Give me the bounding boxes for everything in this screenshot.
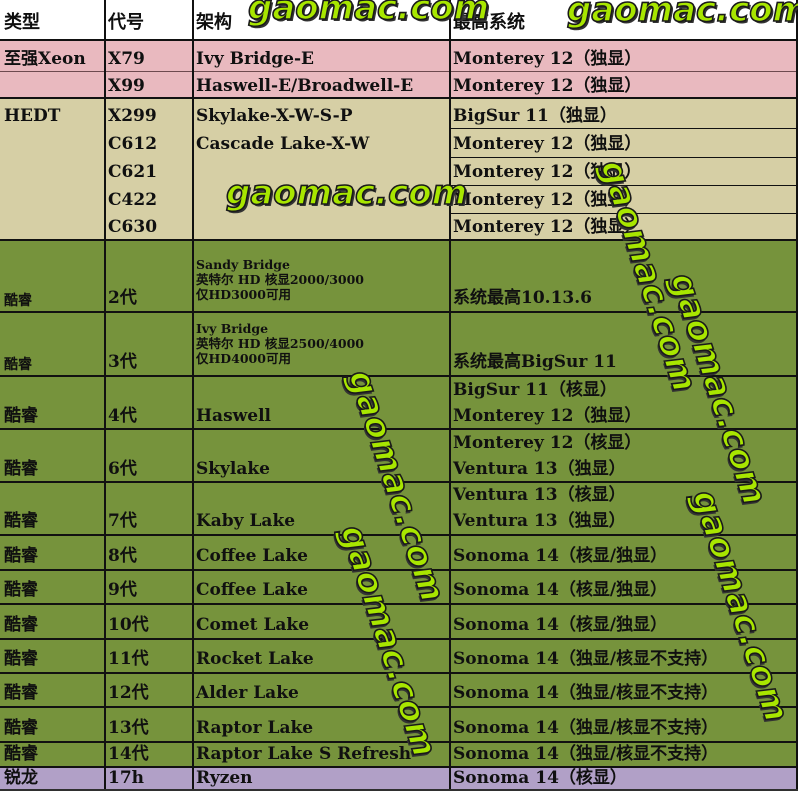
os-6-line1: Monterey 12（核显） [453, 433, 642, 453]
watermark-text: gaomac.com [247, 0, 490, 29]
os-2: 系统最高10.13.6 [453, 288, 592, 308]
grid-line [0, 569, 798, 571]
code-8: 8代 [108, 546, 137, 566]
arch-3-line2: 英特尔 HD 核显2500/4000 [196, 336, 364, 351]
code-4: 4代 [108, 406, 137, 426]
type-core-13: 酷睿 [4, 718, 38, 738]
grid-line [0, 71, 798, 72]
code-3: 3代 [108, 352, 137, 372]
os-x299: BigSur 11（独显） [453, 106, 617, 126]
grid-line [0, 97, 798, 99]
code-14: 14代 [108, 744, 149, 764]
arch-13: Raptor Lake [196, 718, 314, 738]
code-x299: X299 [108, 106, 157, 126]
header-code: 代号 [108, 12, 144, 33]
os-8: Sonoma 14（核显/独显） [453, 546, 668, 566]
os-7-line2: Ventura 13（独显） [453, 511, 626, 531]
code-9: 9代 [108, 580, 137, 600]
os-ryzen: Sonoma 14（核显） [453, 768, 627, 788]
grid-line [192, 0, 194, 789]
os-14: Sonoma 14（独显/核显不支持） [453, 744, 719, 764]
type-ryzen: 锐龙 [4, 768, 38, 788]
arch-3-line3: 仅HD4000可用 [196, 351, 291, 366]
os-4-line2: Monterey 12（独显） [453, 406, 642, 426]
type-core-4: 酷睿 [4, 406, 38, 426]
type-hedt: HEDT [4, 106, 61, 126]
watermark-text: gaomac.com [566, 0, 798, 31]
os-9: Sonoma 14（核显/独显） [453, 580, 668, 600]
os-x99: Monterey 12（独显） [453, 76, 642, 96]
arch-2-line3: 仅HD3000可用 [196, 287, 291, 302]
grid-line [0, 603, 798, 605]
arch-x299: Skylake-X-W-S-P [196, 106, 353, 126]
arch-c612: Cascade Lake-X-W [196, 134, 370, 154]
arch-6: Skylake [196, 459, 271, 479]
grid-line [450, 128, 798, 129]
type-core-8: 酷睿 [4, 546, 38, 566]
code-c621: C621 [108, 162, 158, 182]
os-13: Sonoma 14（独显/核显不支持） [453, 718, 719, 738]
code-2: 2代 [108, 288, 137, 308]
grid-line [449, 0, 451, 789]
grid-line [0, 39, 798, 41]
arch-ryzen: Ryzen [196, 768, 253, 788]
arch-9: Coffee Lake [196, 580, 308, 600]
code-17h: 17h [108, 768, 145, 788]
type-core-9: 酷睿 [4, 580, 38, 600]
code-c612: C612 [108, 134, 158, 154]
arch-x99: Haswell-E/Broadwell-E [196, 76, 414, 96]
type-core-10: 酷睿 [4, 615, 38, 635]
code-11: 11代 [108, 649, 149, 669]
code-c422: C422 [108, 190, 158, 210]
arch-12: Alder Lake [196, 683, 299, 703]
os-12: Sonoma 14（独显/核显不支持） [453, 683, 719, 703]
arch-8: Coffee Lake [196, 546, 308, 566]
code-c630: C630 [108, 217, 158, 237]
code-x99: X99 [108, 76, 145, 96]
os-3: 系统最高BigSur 11 [453, 352, 617, 372]
arch-4: Haswell [196, 406, 272, 426]
arch-11: Rocket Lake [196, 649, 314, 669]
grid-line [0, 239, 798, 241]
header-arch: 架构 [196, 12, 232, 33]
type-core-12: 酷睿 [4, 683, 38, 703]
arch-2-line1: Sandy Bridge [196, 257, 290, 272]
os-4-line1: BigSur 11（核显） [453, 380, 617, 400]
type-xeon: 至强Xeon [4, 49, 86, 69]
compatibility-table: 类型 代号 架构 最高系统 至强Xeon X79 Ivy Bridge-E Mo… [0, 0, 798, 789]
header-type: 类型 [4, 12, 40, 33]
grid-line [104, 0, 106, 789]
arch-x79: Ivy Bridge-E [196, 49, 315, 69]
code-7: 7代 [108, 511, 137, 531]
os-11: Sonoma 14（独显/核显不支持） [453, 649, 719, 669]
os-6-line2: Ventura 13（独显） [453, 459, 626, 479]
type-core-11: 酷睿 [4, 649, 38, 669]
arch-10: Comet Lake [196, 615, 310, 635]
arch-3-line1: Ivy Bridge [196, 321, 269, 336]
os-10: Sonoma 14（核显/独显） [453, 615, 668, 635]
arch-7: Kaby Lake [196, 511, 296, 531]
arch-2-line2: 英特尔 HD 核显2000/3000 [196, 272, 364, 287]
code-13: 13代 [108, 718, 149, 738]
code-10: 10代 [108, 615, 149, 635]
type-core-7: 酷睿 [4, 511, 38, 531]
code-12: 12代 [108, 683, 149, 703]
type-core-6: 酷睿 [4, 459, 38, 479]
os-x79: Monterey 12（独显） [453, 49, 642, 69]
code-6: 6代 [108, 459, 137, 479]
os-7-line1: Ventura 13（核显） [453, 485, 626, 505]
os-c612: Monterey 12（独显） [453, 134, 642, 154]
type-core-14: 酷睿 [4, 744, 38, 764]
grid-line [0, 766, 798, 768]
code-x79: X79 [108, 49, 145, 69]
arch-14: Raptor Lake S Refresh [196, 744, 412, 764]
watermark-text: gaomac.com [225, 172, 468, 214]
